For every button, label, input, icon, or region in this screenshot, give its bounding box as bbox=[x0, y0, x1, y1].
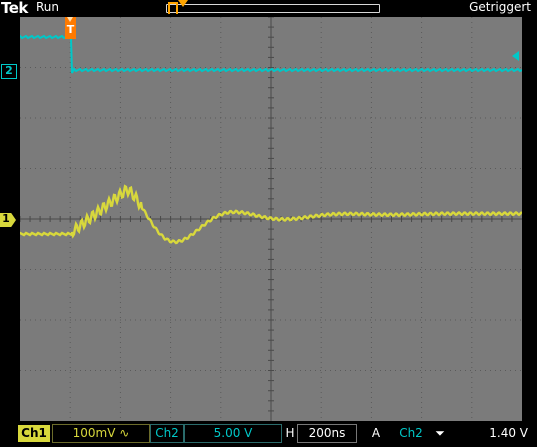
trigger-mode-label: A bbox=[371, 426, 381, 440]
ch2-label[interactable]: Ch2 bbox=[150, 424, 184, 443]
acquisition-status: Run bbox=[36, 0, 60, 14]
waveform-display bbox=[20, 17, 522, 421]
ch1-ground-marker[interactable]: 1 bbox=[0, 213, 16, 227]
ch2-scale-readout[interactable]: 5.00 V bbox=[184, 424, 282, 443]
record-length-bar bbox=[166, 4, 380, 13]
trigger-source-readout[interactable]: Ch2 bbox=[395, 425, 427, 442]
ch1-label[interactable]: Ch1 bbox=[18, 425, 50, 442]
falling-edge-icon: ⏷ bbox=[435, 426, 445, 440]
brand-logo: Tek bbox=[1, 0, 28, 17]
horizontal-label: H bbox=[285, 426, 295, 440]
trigger-status: Getriggert bbox=[469, 0, 531, 14]
readout-bar: Ch1 100mV ∿ Ch2 5.00 V H 200ns A Ch2 ⏷ 1… bbox=[0, 423, 537, 447]
ch2-ground-marker[interactable]: 2 bbox=[1, 64, 17, 79]
status-bar: Tek Run Getriggert bbox=[0, 0, 537, 17]
trigger-position-icon bbox=[178, 0, 188, 7]
trigger-level-icon[interactable] bbox=[512, 51, 519, 61]
trigger-point-marker[interactable]: T bbox=[65, 17, 76, 39]
timebase-readout[interactable]: 200ns bbox=[297, 424, 357, 443]
record-window-indicator bbox=[168, 2, 178, 14]
trigger-level-readout[interactable]: 1.40 V bbox=[472, 425, 528, 442]
ch1-scale-readout[interactable]: 100mV ∿ bbox=[52, 424, 150, 443]
graticule bbox=[20, 17, 522, 421]
